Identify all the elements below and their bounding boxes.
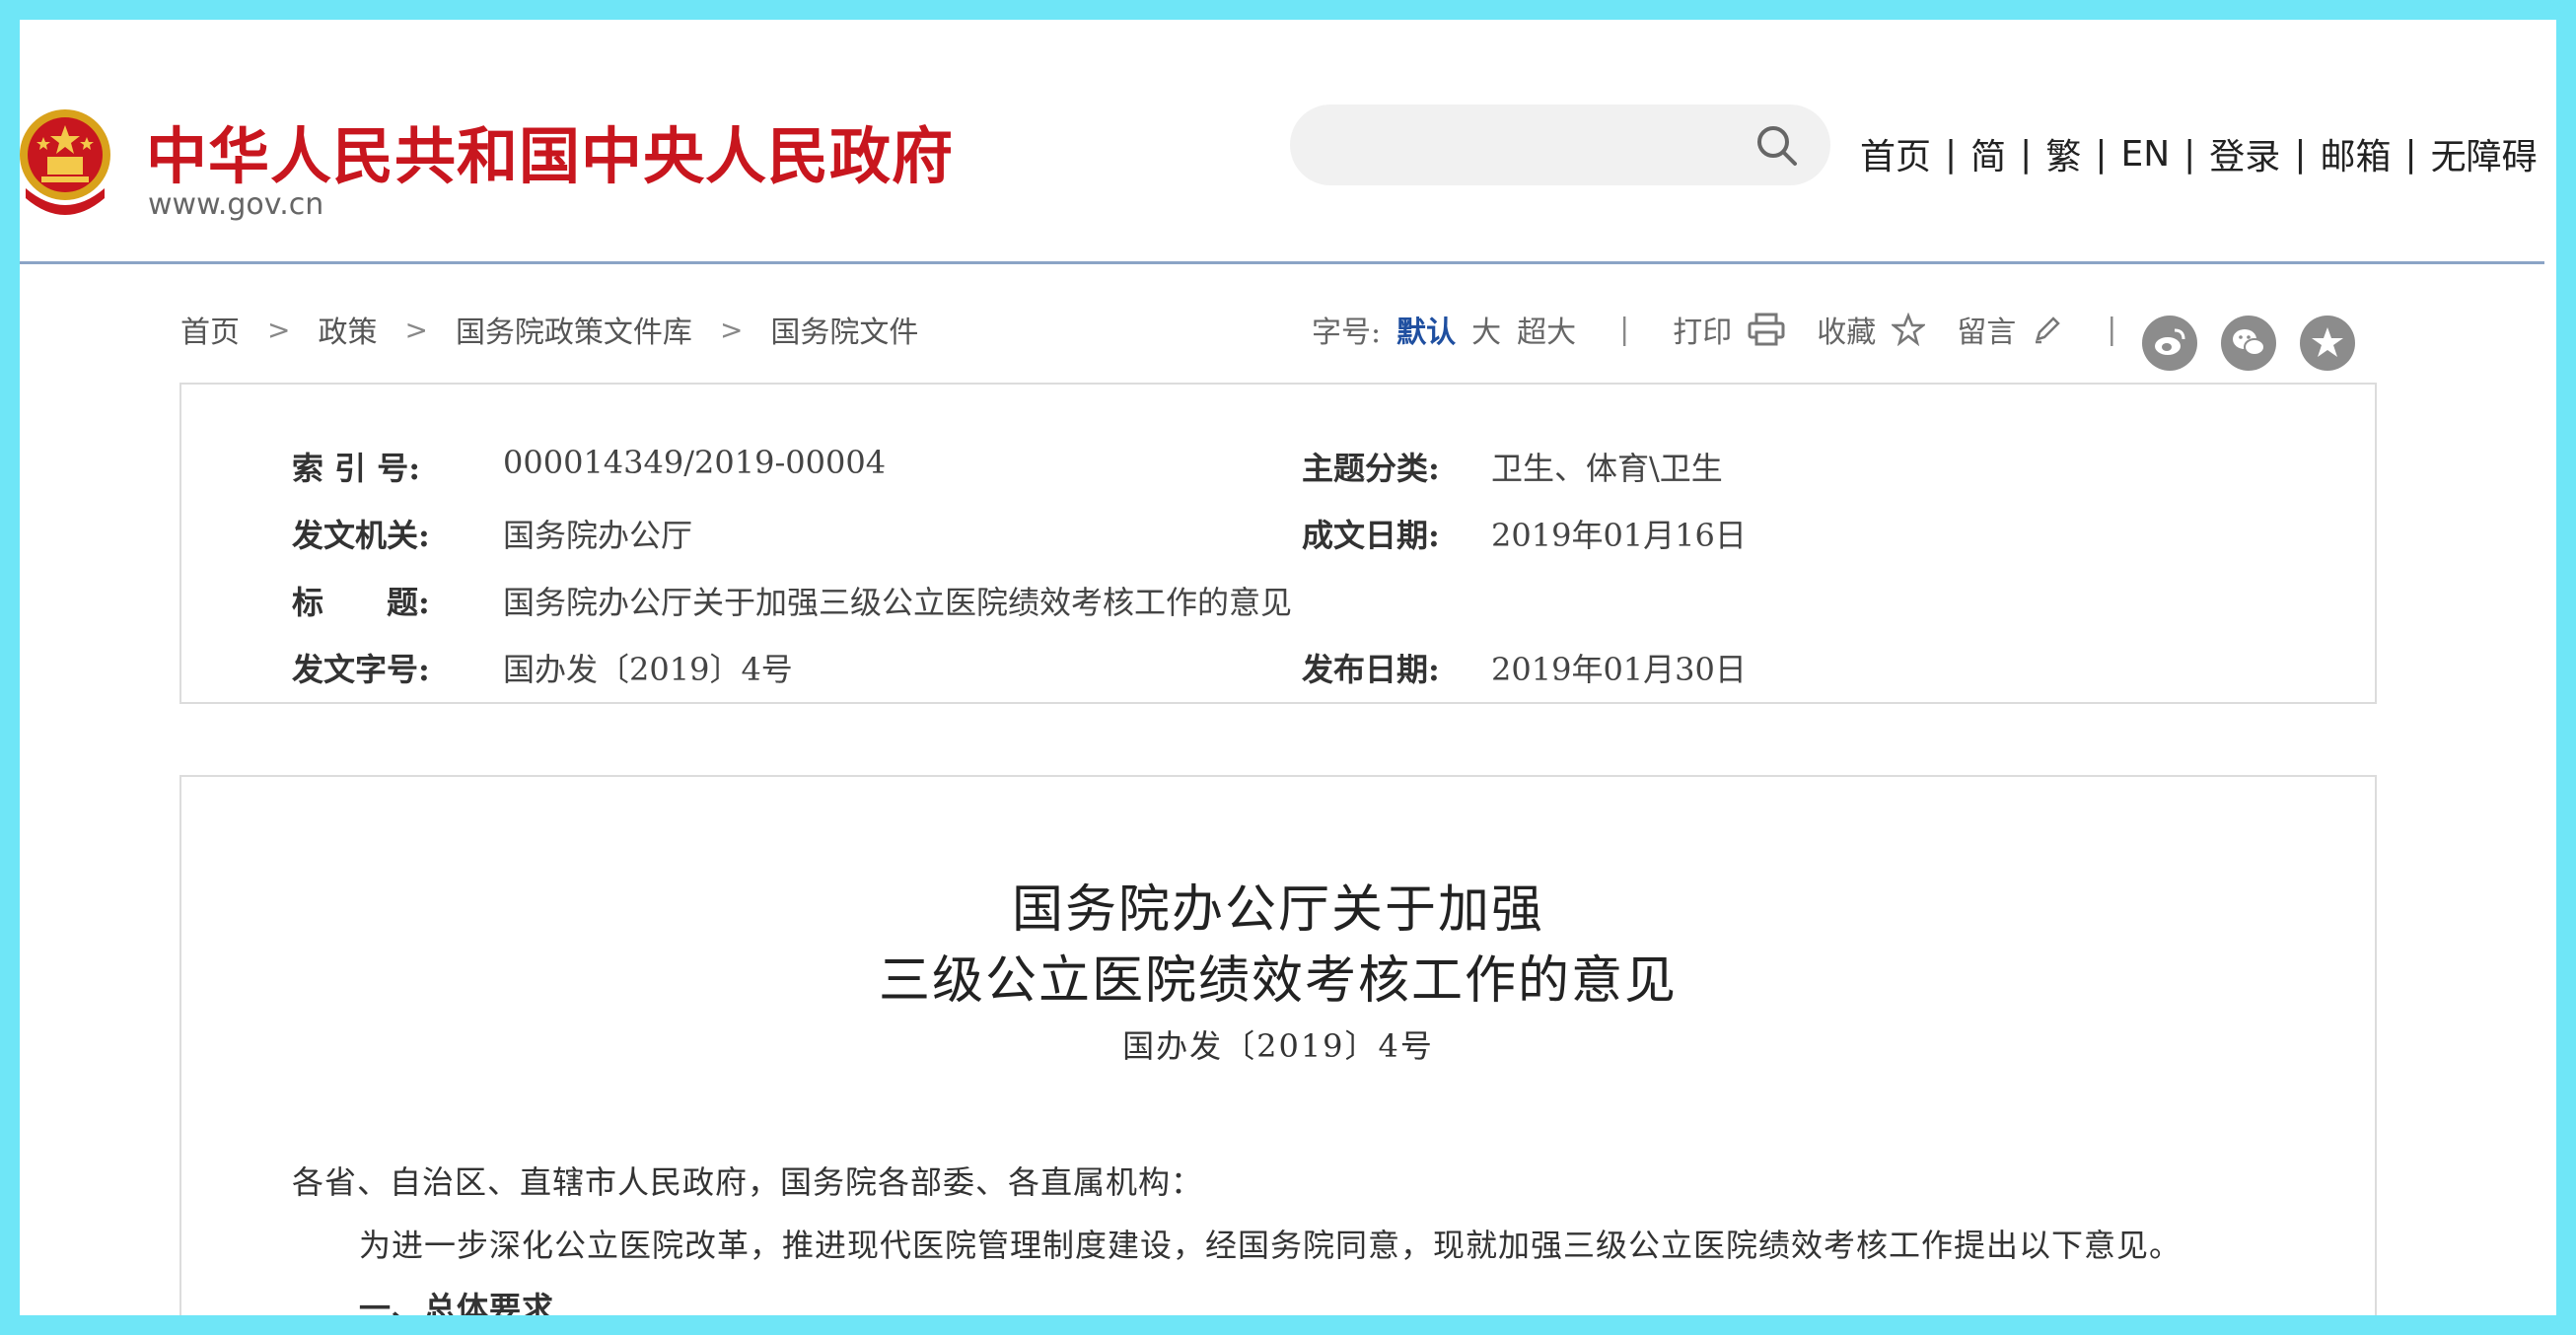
nav-home[interactable]: 首页 [1860, 128, 1931, 179]
doc-number-value: 国办发〔2019〕4号 [503, 651, 793, 688]
chevron-right-icon: > [719, 313, 744, 346]
font-size-label: 字号: [1312, 316, 1382, 350]
page: 中华人民共和国中央人民政府 www.gov.cn 首页 | 简 | 繁 | EN… [20, 20, 2556, 1315]
issuer-value: 国务院办公厅 [503, 517, 693, 554]
doc-title-value: 国务院办公厅关于加强三级公立医院绩效考核工作的意见 [503, 584, 1293, 621]
nav-separator: | [2294, 133, 2307, 175]
qzone-icon[interactable] [2300, 316, 2355, 371]
topic-value: 卫生、体育\卫生 [1491, 450, 1723, 487]
breadcrumb-state-council-docs[interactable]: 国务院文件 [770, 308, 918, 351]
nav-separator: | [2183, 133, 2196, 175]
chevron-right-icon: > [404, 313, 428, 346]
site-url[interactable]: www.gov.cn [148, 187, 323, 222]
font-size-xlarge-button[interactable]: 超大 [1517, 308, 1576, 351]
topic-label: 主题分类: [1302, 450, 1440, 487]
nav-separator: | [2020, 133, 2033, 175]
issuer-label: 发文机关: [292, 517, 430, 554]
nav-separator: | [1945, 133, 1958, 175]
font-size-large-button[interactable]: 大 [1471, 308, 1501, 351]
print-button[interactable]: 打印 [1673, 308, 1732, 351]
nav-separator: | [2404, 133, 2417, 175]
document-body: 国务院办公厅关于加强 三级公立医院绩效考核工作的意见 国办发〔2019〕4号 各… [179, 775, 2377, 1315]
nav-simplified[interactable]: 简 [1970, 128, 2006, 179]
breadcrumb-home[interactable]: 首页 [180, 308, 240, 351]
section-heading: 一、总体要求 [359, 1290, 555, 1315]
tools-divider: | [2107, 312, 2117, 347]
weibo-icon[interactable] [2142, 316, 2197, 371]
nav-accessibility[interactable]: 无障碍 [2431, 128, 2538, 179]
search-input[interactable] [1290, 105, 1830, 185]
publish-date-value: 2019年01月30日 [1491, 651, 1747, 688]
doc-title-label: 标 题: [292, 584, 430, 621]
document-paragraph: 为进一步深化公立医院改革，推进现代医院管理制度建设，经国务院同意，现就加强三级公… [359, 1227, 2182, 1264]
nav-login[interactable]: 登录 [2209, 128, 2280, 179]
index-number-value: 000014349/2019-00004 [503, 444, 887, 481]
star-icon[interactable] [1892, 313, 1926, 346]
font-size-default-button[interactable]: 默认 [1396, 308, 1456, 351]
nav-mailbox[interactable]: 邮箱 [2320, 128, 2391, 179]
doc-number-label: 发文字号: [292, 651, 430, 688]
pencil-icon[interactable] [2032, 314, 2063, 345]
comment-button[interactable]: 留言 [1957, 308, 2016, 351]
article-tools: 字号: 默认 大 超大 | 打印 收藏 留言 | [1312, 308, 2160, 351]
breadcrumb-policy-library[interactable]: 国务院政策文件库 [456, 308, 692, 351]
document-metadata: 索 引 号: 000014349/2019-00004 主题分类: 卫生、体育\… [179, 383, 2377, 704]
chevron-right-icon: > [267, 313, 291, 346]
document-salutation: 各省、自治区、直辖市人民政府，国务院各部委、各直属机构： [292, 1163, 1204, 1201]
document-title-line-2: 三级公立医院绩效考核工作的意见 [878, 951, 1678, 1011]
site-title[interactable]: 中华人民共和国中央人民政府 [146, 106, 954, 195]
wechat-icon[interactable] [2221, 316, 2276, 371]
document-title-line-1: 国务院办公厅关于加强 [1011, 880, 1544, 940]
search-icon[interactable] [1753, 122, 1801, 170]
nav-traditional[interactable]: 繁 [2045, 128, 2081, 179]
printer-icon[interactable] [1748, 313, 1785, 346]
document-number: 国办发〔2019〕4号 [1122, 1027, 1434, 1065]
national-emblem-icon[interactable] [20, 94, 118, 227]
favorite-button[interactable]: 收藏 [1817, 308, 1876, 351]
header-divider [20, 261, 2544, 264]
top-nav: 首页 | 简 | 繁 | EN | 登录 | 邮箱 | 无障碍 [1860, 128, 2538, 179]
index-number-label: 索 引 号: [292, 450, 421, 487]
breadcrumb: 首页 > 政策 > 国务院政策文件库 > 国务院文件 [180, 308, 918, 351]
tools-divider: | [1619, 312, 1630, 347]
written-date-label: 成文日期: [1302, 517, 1440, 554]
nav-english[interactable]: EN [2120, 134, 2170, 175]
nav-separator: | [2095, 133, 2108, 175]
written-date-value: 2019年01月16日 [1491, 517, 1747, 554]
breadcrumb-policy[interactable]: 政策 [318, 308, 377, 351]
publish-date-label: 发布日期: [1302, 651, 1440, 688]
